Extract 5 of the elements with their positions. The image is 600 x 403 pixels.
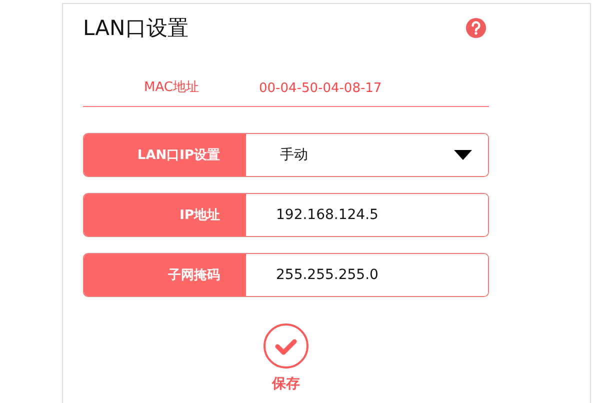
checkmark-icon <box>263 323 309 369</box>
help-icon[interactable] <box>466 18 486 38</box>
mac-label: MAC地址 <box>143 79 199 96</box>
page-title: LAN口设置 <box>83 15 188 42</box>
mac-address: 00-04-50-04-08-17 <box>259 81 382 96</box>
